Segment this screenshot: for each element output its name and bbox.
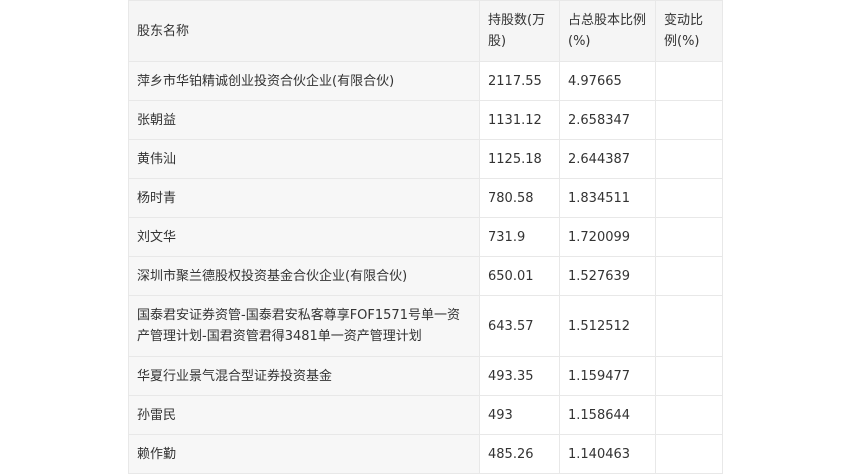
change-cell (655, 178, 723, 218)
shareholder-name-cell: 刘文华 (128, 217, 480, 257)
shareholder-name-cell: 黄伟汕 (128, 139, 480, 179)
header-share-ratio: 占总股本比例(%) (559, 0, 656, 62)
table-row: 刘文华 731.9 1.720099 (128, 217, 723, 257)
change-cell (655, 139, 723, 179)
table-row: 孙雷民 493 1.158644 (128, 395, 723, 435)
table-header: 股东名称 持股数(万股) 占总股本比例(%) 变动比例(%) (128, 0, 723, 62)
table-row: 张朝益 1131.12 2.658347 (128, 100, 723, 140)
ratio-cell: 1.527639 (559, 256, 656, 296)
shares-cell: 2117.55 (479, 61, 560, 101)
shareholder-name-cell: 赖作勤 (128, 434, 480, 474)
shareholder-name-cell: 杨时青 (128, 178, 480, 218)
table-body: 萍乡市华铂精诚创业投资合伙企业(有限合伙) 2117.55 4.97665 张朝… (128, 61, 723, 474)
shareholder-name-cell: 萍乡市华铂精诚创业投资合伙企业(有限合伙) (128, 61, 480, 101)
shareholder-name-cell: 国泰君安证券资管-国泰君安私客尊享FOF1571号单一资产管理计划-国君资管君得… (128, 295, 480, 357)
shares-cell: 650.01 (479, 256, 560, 296)
change-cell (655, 434, 723, 474)
table-row: 国泰君安证券资管-国泰君安私客尊享FOF1571号单一资产管理计划-国君资管君得… (128, 295, 723, 357)
header-change-ratio: 变动比例(%) (655, 0, 723, 62)
ratio-cell: 4.97665 (559, 61, 656, 101)
shareholder-name-cell: 张朝益 (128, 100, 480, 140)
header-row: 股东名称 持股数(万股) 占总股本比例(%) 变动比例(%) (128, 0, 723, 62)
shares-cell: 643.57 (479, 295, 560, 357)
table-row: 华夏行业景气混合型证券投资基金 493.35 1.159477 (128, 356, 723, 396)
header-shares-held: 持股数(万股) (479, 0, 560, 62)
shares-cell: 1125.18 (479, 139, 560, 179)
shareholder-name-cell: 华夏行业景气混合型证券投资基金 (128, 356, 480, 396)
ratio-cell: 2.658347 (559, 100, 656, 140)
table-row: 赖作勤 485.26 1.140463 (128, 434, 723, 474)
table-row: 深圳市聚兰德股权投资基金合伙企业(有限合伙) 650.01 1.527639 (128, 256, 723, 296)
top-shareholders-table: 股东名称 持股数(万股) 占总股本比例(%) 变动比例(%) 萍乡市华铂精诚创业… (128, 0, 723, 474)
ratio-cell: 1.140463 (559, 434, 656, 474)
shareholder-name-cell: 孙雷民 (128, 395, 480, 435)
ratio-cell: 1.834511 (559, 178, 656, 218)
ratio-cell: 2.644387 (559, 139, 656, 179)
change-cell (655, 61, 723, 101)
shares-cell: 493 (479, 395, 560, 435)
header-shareholder-name: 股东名称 (128, 0, 480, 62)
ratio-cell: 1.720099 (559, 217, 656, 257)
table-row: 萍乡市华铂精诚创业投资合伙企业(有限合伙) 2117.55 4.97665 (128, 61, 723, 101)
shares-cell: 1131.12 (479, 100, 560, 140)
shares-cell: 731.9 (479, 217, 560, 257)
ratio-cell: 1.512512 (559, 295, 656, 357)
ratio-cell: 1.158644 (559, 395, 656, 435)
shares-cell: 493.35 (479, 356, 560, 396)
shareholder-table-container: 股东名称 持股数(万股) 占总股本比例(%) 变动比例(%) 萍乡市华铂精诚创业… (128, 0, 723, 474)
change-cell (655, 356, 723, 396)
table-row: 黄伟汕 1125.18 2.644387 (128, 139, 723, 179)
table-row: 杨时青 780.58 1.834511 (128, 178, 723, 218)
change-cell (655, 256, 723, 296)
change-cell (655, 217, 723, 257)
ratio-cell: 1.159477 (559, 356, 656, 396)
change-cell (655, 395, 723, 435)
shares-cell: 485.26 (479, 434, 560, 474)
change-cell (655, 100, 723, 140)
shareholder-name-cell: 深圳市聚兰德股权投资基金合伙企业(有限合伙) (128, 256, 480, 296)
shares-cell: 780.58 (479, 178, 560, 218)
change-cell (655, 295, 723, 357)
